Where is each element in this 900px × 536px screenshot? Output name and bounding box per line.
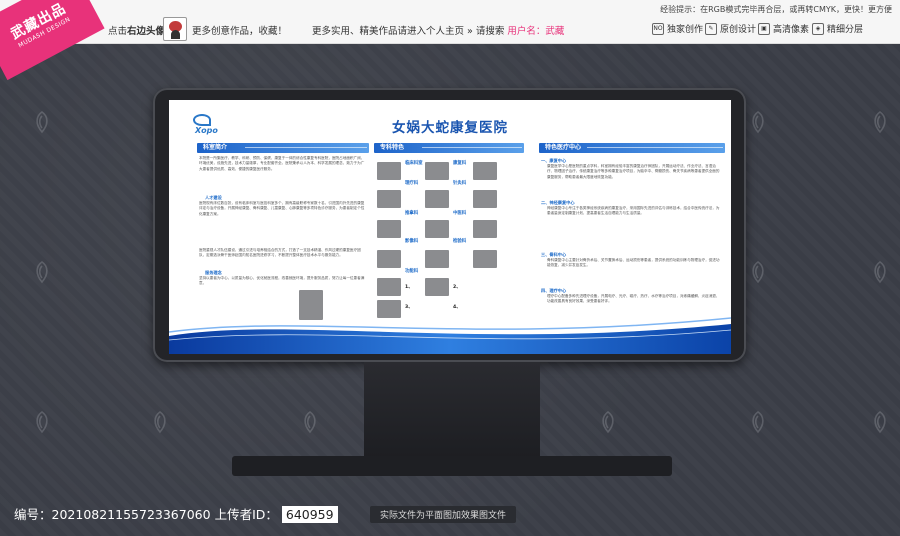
center-paragraph: 神经康复中心专注于各类神经系统疾病的康复治疗，采用国际先进的评估与训练技术，结合… bbox=[547, 206, 720, 216]
feature-tag: 康复科 bbox=[453, 161, 467, 166]
feature-tag: 影像科 bbox=[405, 239, 419, 244]
layers-icon: ◈ bbox=[812, 22, 824, 35]
feature-tag: 理疗科 bbox=[405, 181, 419, 186]
display-screen: Xopo 女娲大蛇康复医院 科室简介 本院是一所集医疗、教学、科研、预防、保健、… bbox=[169, 100, 731, 354]
photo-placeholder bbox=[377, 220, 401, 238]
watermark-icon bbox=[36, 261, 48, 284]
uploader-value: 640959 bbox=[281, 506, 338, 523]
watermark-icon bbox=[154, 411, 166, 434]
intro-paragraph: 医院现有床位数百张，设有临床科室与医技科室多个，拥有高级职称专家数十名，引进国内… bbox=[199, 201, 365, 216]
watermark-icon bbox=[304, 411, 316, 434]
badge-hd: ▣ 高清像素 bbox=[758, 22, 809, 35]
display-base bbox=[232, 456, 672, 476]
watermark-icon bbox=[752, 411, 764, 434]
section-header-intro: 科室简介 bbox=[197, 143, 369, 153]
photo-placeholder bbox=[425, 220, 449, 238]
page-title: 女娲大蛇康复医院 bbox=[392, 120, 508, 136]
blue-wave-decoration bbox=[169, 317, 731, 354]
center-paragraph: 康复医学中心是医院的重点学科，科室拥有经验丰富的康复治疗师团队，开展运动疗法、作… bbox=[547, 164, 720, 179]
feature-tag: 中医科 bbox=[453, 211, 467, 216]
photo-placeholder bbox=[377, 250, 401, 268]
uploader-label: 上传者ID： bbox=[214, 507, 278, 522]
feature-tag: 检验科 bbox=[453, 239, 467, 244]
badge-label: 精细分层 bbox=[827, 25, 864, 35]
no-icon: NO bbox=[652, 22, 664, 35]
watermark-icon bbox=[752, 261, 764, 284]
click-avatar-text: 点击右边头像 bbox=[108, 23, 165, 37]
badge-label: 原创设计 bbox=[720, 25, 757, 35]
feature-number: 2、 bbox=[453, 285, 461, 290]
badge-label: 独家创作 bbox=[667, 25, 704, 35]
photo-placeholder bbox=[425, 190, 449, 208]
more-practical-label: 更多实用、精美作品请进入个人主页 » 请搜索 bbox=[312, 26, 505, 37]
click-avatar-prefix: 点击 bbox=[108, 26, 128, 37]
image-icon: ▣ bbox=[758, 22, 770, 35]
photo-placeholder bbox=[473, 250, 497, 268]
badge-original: ✎ 原创设计 bbox=[705, 22, 756, 35]
photo-placeholder bbox=[473, 162, 497, 180]
id-label: 编号： bbox=[14, 507, 52, 522]
photo-placeholder bbox=[377, 190, 401, 208]
hint-text: 经验提示：在RGB模式完毕再合层，或再转CMYK，更快！更方便 bbox=[660, 5, 892, 14]
photo-placeholder bbox=[425, 278, 449, 296]
more-practical-text: 更多实用、精美作品请进入个人主页 » 请搜索 用户名：武藏 bbox=[312, 23, 564, 37]
photo-placeholder bbox=[473, 220, 497, 238]
center-paragraph: 骨科康复中心主要针对骨折术后、关节置换术后、运动损伤等患者，提供系统的功能训练与… bbox=[547, 258, 720, 268]
photo-placeholder bbox=[425, 250, 449, 268]
watermark-icon bbox=[602, 411, 614, 434]
watermark-icon bbox=[36, 111, 48, 134]
feature-tag: 针灸科 bbox=[453, 181, 467, 186]
pen-icon: ✎ bbox=[705, 22, 717, 35]
display-stand bbox=[364, 362, 540, 458]
feature-tag: 功能科 bbox=[405, 269, 419, 274]
watermark-icon bbox=[874, 111, 886, 134]
badge-label: 高清像素 bbox=[773, 25, 810, 35]
file-notice: 实际文件为平面图加效果图文件 bbox=[370, 506, 517, 523]
badge-exclusive: NO 独家创作 bbox=[652, 22, 703, 35]
intro-paragraph: 本院是一所集医疗、教学、科研、预防、保健、康复于一体的综合性康复专科医院，医院占… bbox=[199, 156, 365, 171]
top-bar: 点击右边头像 更多创意作品，收藏！ 更多实用、精美作品请进入个人主页 » 请搜索… bbox=[0, 0, 900, 44]
id-value: 20210821155723367060 bbox=[51, 507, 211, 522]
badge-layers: ◈ 精细分层 bbox=[812, 22, 863, 35]
photo-placeholder bbox=[377, 162, 401, 180]
watermark-icon bbox=[752, 111, 764, 134]
watermark-icon bbox=[874, 261, 886, 284]
section-header-centers: 特色医疗中心 bbox=[539, 143, 725, 153]
feature-tag: 临床科室 bbox=[405, 161, 423, 166]
feature-number: 1、 bbox=[405, 285, 413, 290]
avatar[interactable] bbox=[163, 17, 187, 41]
click-avatar-bold: 右边头像 bbox=[127, 26, 166, 37]
username-label: 用户名 bbox=[507, 26, 536, 37]
watermark-icon bbox=[874, 411, 886, 434]
photo-placeholder bbox=[473, 190, 497, 208]
more-works-text: 更多创意作品，收藏！ bbox=[192, 26, 288, 37]
section-header-features: 专科特色 bbox=[374, 143, 524, 153]
intro-paragraph: 医院重视人才队伍建设，通过引进与培养相结合的方式，打造了一支技术精湛、作风过硬的… bbox=[199, 248, 361, 258]
feature-tag: 推拿科 bbox=[405, 211, 419, 216]
id-bar: 编号：20210821155723367060 上传者ID： 640959 bbox=[14, 504, 342, 523]
photo-placeholder bbox=[425, 162, 449, 180]
username-value[interactable]: 武藏 bbox=[545, 26, 564, 37]
photo-placeholder bbox=[377, 278, 401, 296]
watermark-icon bbox=[36, 411, 48, 434]
username-separator: ： bbox=[535, 26, 546, 37]
intro-paragraph: 坚持以患者为中心，以质量为核心，优化就医流程，改善就医环境，提升服务品质，努力让… bbox=[199, 276, 365, 286]
